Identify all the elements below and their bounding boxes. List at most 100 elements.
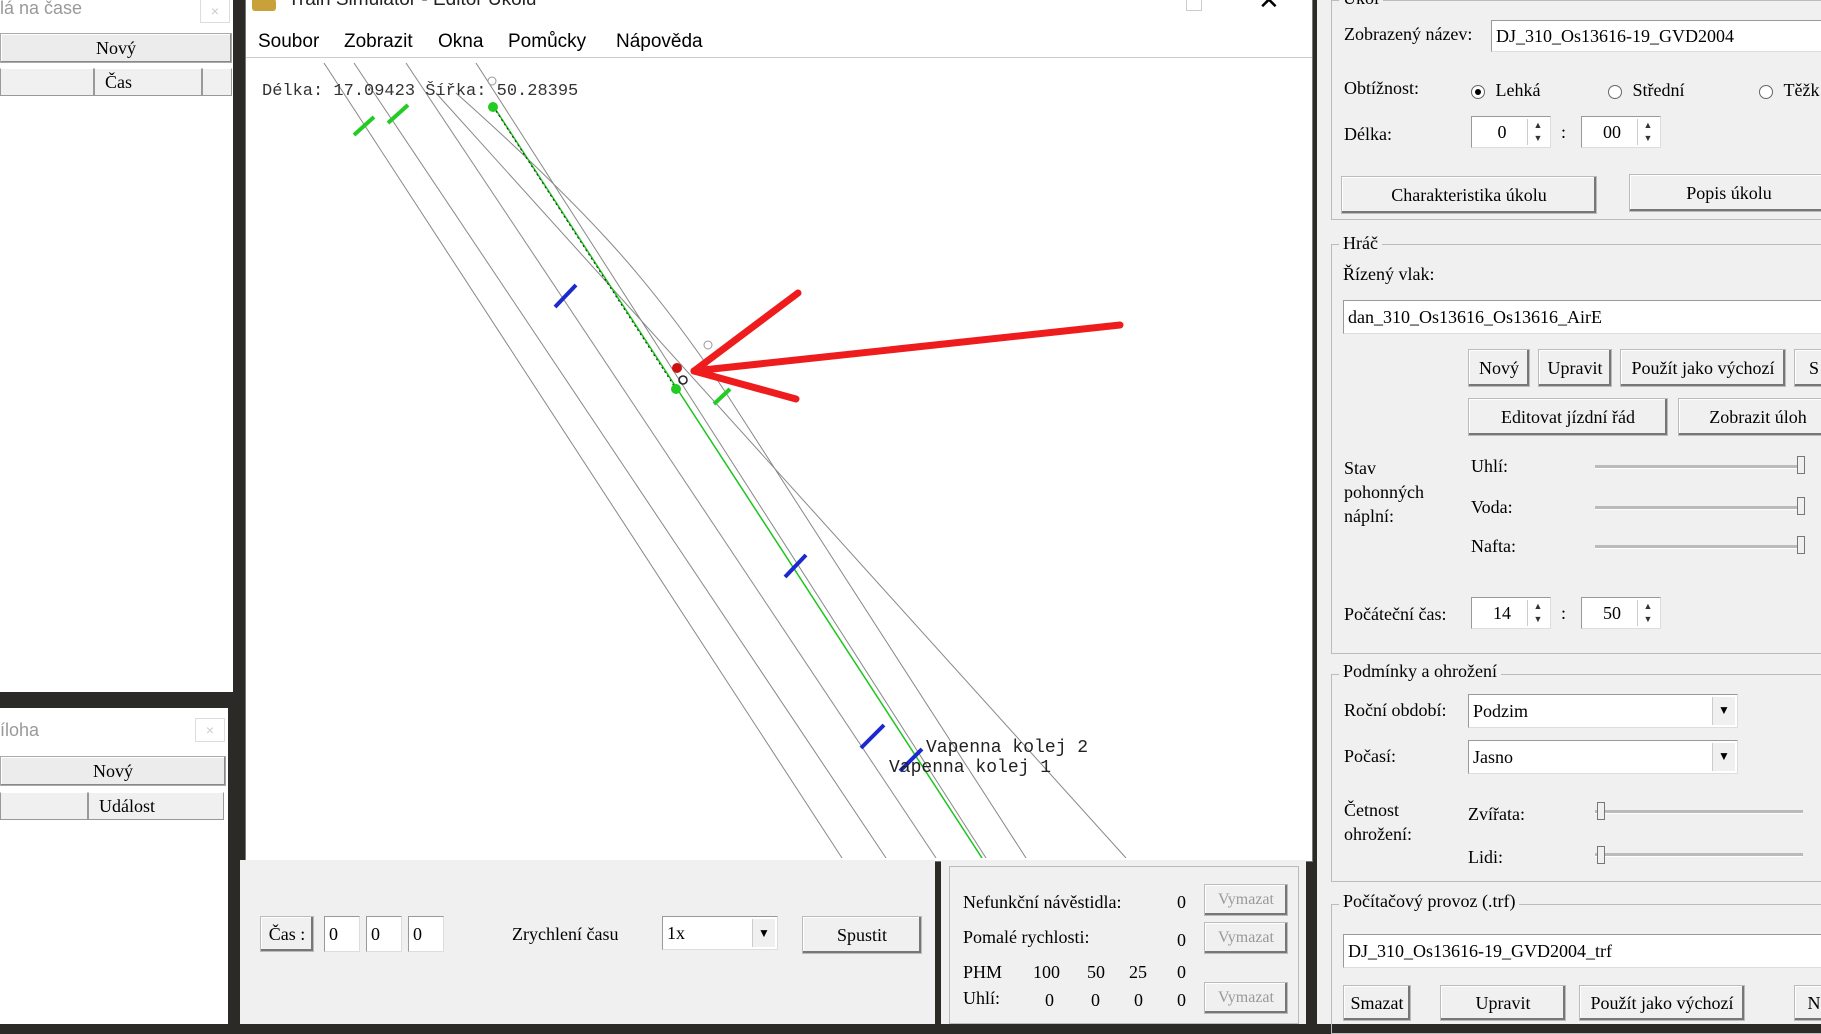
colon: :: [1561, 122, 1567, 142]
train-edit-button[interactable]: Upravit: [1538, 349, 1612, 387]
traffic-input[interactable]: DJ_310_Os13616-19_GVD2004_trf: [1343, 934, 1821, 968]
diesel-slider-thumb[interactable]: [1797, 536, 1805, 554]
traffic-delete-button[interactable]: Smazat: [1343, 985, 1411, 1021]
threat-label-line: ohrožení:: [1344, 824, 1412, 844]
menu-zobrazit[interactable]: Zobrazit: [344, 31, 413, 53]
clear-coal-button[interactable]: Vymazat: [1204, 982, 1288, 1014]
coal-value: 0: [1134, 990, 1143, 1010]
difficulty-option-label: Těžk: [1783, 80, 1820, 100]
clear-slow-speeds-button[interactable]: Vymazat: [1204, 922, 1288, 954]
animals-slider-track[interactable]: [1595, 810, 1803, 814]
colon: :: [1561, 603, 1567, 623]
spinner-arrows-icon[interactable]: ▲ ▼: [1527, 600, 1548, 626]
left-bottom-col-blank[interactable]: [0, 792, 88, 820]
difficulty-easy-radio[interactable]: Lehká: [1471, 80, 1540, 101]
left-bottom-new-button[interactable]: Nový: [0, 756, 226, 786]
time-minutes-field[interactable]: 0: [366, 916, 402, 952]
animals-slider-thumb[interactable]: [1597, 802, 1605, 820]
route-point-dot[interactable]: [671, 384, 681, 394]
train-set-default-button[interactable]: Použít jako výchozí: [1620, 349, 1786, 387]
faults-row-value: 0: [1177, 930, 1186, 950]
left-bottom-col-event[interactable]: Událost: [88, 792, 224, 820]
radio-icon[interactable]: [1608, 84, 1622, 99]
spinner-arrows-icon[interactable]: ▲ ▼: [1637, 600, 1658, 626]
people-slider-label: Lidi:: [1468, 847, 1503, 867]
train-input[interactable]: dan_310_Os13616_Os13616_AirE: [1343, 300, 1821, 334]
left-bottom-panel: íloha × Nový Událost: [0, 708, 228, 1024]
faults-panel: Nefunkční návěstidla: 0 Vymazat Pomalé r…: [941, 860, 1306, 1024]
train-extra-button[interactable]: S: [1794, 349, 1821, 387]
mission-description-button[interactable]: Popis úkolu: [1629, 174, 1821, 212]
difficulty-hard-radio[interactable]: Těžk: [1759, 80, 1819, 101]
spinner-arrows-icon[interactable]: ▲ ▼: [1527, 119, 1548, 145]
menu-bar: Soubor Zobrazit Okna Pomůcky Nápověda: [246, 23, 1312, 58]
length-hours-value: 0: [1497, 122, 1507, 142]
map-canvas[interactable]: Délka: 17.09423 Šířka: 50.28395 Vapenna …: [246, 63, 1310, 858]
water-slider-label: Voda:: [1471, 497, 1513, 517]
weather-value: Jasno: [1473, 747, 1513, 767]
traffic-extra-button[interactable]: N: [1794, 985, 1821, 1021]
season-select[interactable]: Podzim ▼: [1468, 694, 1738, 728]
coal-slider-track[interactable]: [1595, 465, 1805, 469]
radio-icon[interactable]: [1471, 84, 1485, 99]
water-slider-thumb[interactable]: [1797, 497, 1805, 515]
maximize-icon[interactable]: [1186, 0, 1202, 11]
time-hours-field[interactable]: 0: [324, 916, 360, 952]
minimize-icon[interactable]: —: [1104, 0, 1126, 11]
difficulty-label: Obtížnost:: [1344, 78, 1419, 98]
length-label: Délka:: [1344, 124, 1392, 144]
length-hours-spinner[interactable]: 0 ▲ ▼: [1471, 116, 1551, 148]
left-top-col-time[interactable]: Čas: [94, 68, 202, 96]
left-top-new-button[interactable]: Nový: [0, 33, 232, 63]
diesel-slider-label: Nafta:: [1471, 536, 1516, 556]
train-label: Řízený vlak:: [1343, 264, 1435, 284]
mission-group-label: Úkol: [1339, 0, 1383, 9]
menu-napoveda[interactable]: Nápověda: [616, 31, 703, 53]
traffic-set-default-button[interactable]: Použít jako výchozí: [1579, 985, 1745, 1021]
menu-soubor[interactable]: Soubor: [258, 31, 319, 53]
left-top-col-end[interactable]: [202, 68, 232, 96]
route-start-dot[interactable]: [488, 102, 498, 112]
spinner-arrows-icon[interactable]: ▲ ▼: [1637, 119, 1658, 145]
time-label-button[interactable]: Čas :: [260, 916, 314, 952]
fuel-label-line: Stav: [1344, 458, 1377, 478]
show-tasks-button[interactable]: Zobrazit úloh: [1678, 398, 1821, 436]
chevron-down-icon[interactable]: ▼: [1712, 743, 1735, 771]
mission-characteristics-button[interactable]: Charakteristika úkolu: [1341, 176, 1597, 214]
difficulty-medium-radio[interactable]: Střední: [1608, 80, 1685, 101]
water-slider-track[interactable]: [1595, 506, 1805, 510]
animals-slider-label: Zvířata:: [1468, 804, 1525, 824]
display-name-input[interactable]: DJ_310_Os13616-19_GVD2004: [1491, 20, 1821, 52]
close-icon[interactable]: ×: [195, 718, 225, 742]
train-position-marker[interactable]: [672, 363, 682, 373]
length-minutes-spinner[interactable]: 00 ▲ ▼: [1581, 116, 1661, 148]
coal-label: Uhlí:: [963, 988, 1001, 1008]
start-hours-spinner[interactable]: 14 ▲ ▼: [1471, 597, 1551, 629]
player-group-label: Hráč: [1339, 233, 1382, 254]
traffic-edit-button[interactable]: Upravit: [1440, 985, 1566, 1021]
left-top-panel: lá na čase × Nový Čas: [0, 0, 233, 692]
coal-slider-thumb[interactable]: [1797, 456, 1805, 474]
season-label: Roční období:: [1344, 700, 1447, 720]
time-seconds-field[interactable]: 0: [408, 916, 444, 952]
run-button[interactable]: Spustit: [802, 916, 922, 954]
chevron-down-icon[interactable]: ▼: [1712, 697, 1735, 725]
difficulty-option-label: Střední: [1632, 80, 1685, 100]
weather-select[interactable]: Jasno ▼: [1468, 740, 1738, 774]
radio-icon[interactable]: [1759, 84, 1773, 99]
start-minutes-spinner[interactable]: 50 ▲ ▼: [1581, 597, 1661, 629]
people-slider-thumb[interactable]: [1597, 846, 1605, 864]
time-acceleration-select[interactable]: 1x ▼: [662, 916, 778, 950]
menu-pomucky[interactable]: Pomůcky: [508, 31, 586, 53]
edit-timetable-button[interactable]: Editovat jízdní řád: [1468, 398, 1668, 436]
diesel-slider-track[interactable]: [1595, 545, 1805, 549]
clear-signals-button[interactable]: Vymazat: [1204, 884, 1288, 916]
people-slider-track[interactable]: [1595, 853, 1803, 857]
train-new-button[interactable]: Nový: [1468, 349, 1530, 387]
threat-frequency-label: Četnost ohrožení:: [1344, 798, 1412, 846]
menu-okna[interactable]: Okna: [438, 31, 483, 53]
close-icon[interactable]: ✕: [1258, 0, 1280, 16]
chevron-down-icon[interactable]: ▼: [752, 919, 775, 947]
left-top-col-blank[interactable]: [0, 68, 94, 96]
close-icon[interactable]: ×: [200, 0, 230, 23]
